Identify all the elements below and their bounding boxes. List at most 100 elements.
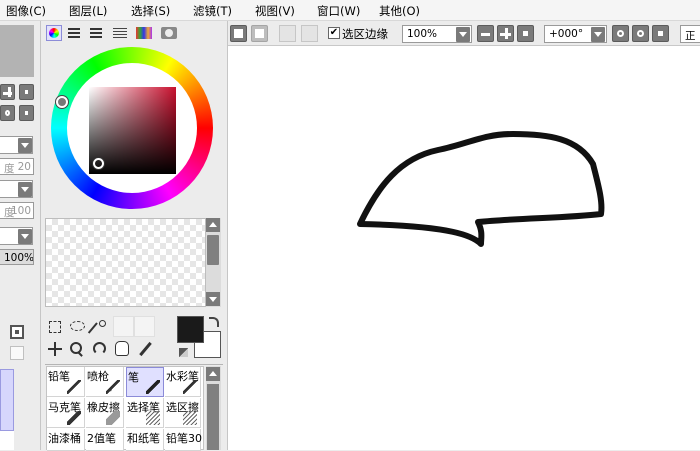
tool-palette-scrollbar[interactable] [206,366,221,450]
tool-marker[interactable]: 马克笔 [47,398,85,428]
airbrush-icon [106,380,120,394]
navigator-flip-button[interactable] [19,105,34,121]
saturation-value-square[interactable] [89,87,176,174]
scroll-thumb[interactable] [207,384,219,450]
selection-edge-label: 选区边缘 [342,27,388,41]
swap-colors-icon[interactable] [209,317,219,327]
rgb-sliders-icon[interactable] [68,28,80,38]
reset-colors-icon[interactable] [179,348,188,357]
menu-layer[interactable]: 图层(L) [69,3,107,19]
lasso-select-icon[interactable] [70,321,85,331]
scratchpad-icon[interactable] [161,27,177,39]
new-layer-icon[interactable] [10,325,24,339]
scroll-up-icon[interactable] [206,367,220,381]
layer-opacity-field[interactable]: 100% [0,249,34,265]
drawing-canvas[interactable] [228,46,700,450]
marker-icon [67,411,81,425]
select-pen-icon [146,411,160,425]
undo-button[interactable] [230,25,247,42]
rotation-value: +000° [549,28,584,40]
tool-binary-pen[interactable]: 2值笔 [86,429,124,451]
rect-select-icon[interactable] [49,321,61,333]
sv-marker[interactable] [93,158,104,169]
zoom-in-button[interactable] [0,84,15,100]
chevron-down-icon[interactable] [456,27,470,42]
rotate-right-button[interactable] [632,25,649,42]
chevron-down-icon[interactable] [18,138,32,153]
tool-watercolor[interactable]: 水彩笔 [165,367,201,397]
redo-icon [255,29,264,38]
watercolor-brush-icon [183,380,197,394]
deselect-button[interactable] [279,25,296,42]
zoom-in-button[interactable] [497,25,514,42]
opacity-field[interactable]: 度 100 [0,202,34,219]
zoom-tool-icon[interactable] [70,342,84,357]
zoom-out-button[interactable] [477,25,494,42]
scroll-thumb[interactable] [207,235,219,265]
rotate-reset-button[interactable] [652,25,669,42]
opacity-value: 100 [10,205,31,217]
chevron-down-icon[interactable] [18,229,32,244]
chevron-down-icon[interactable] [591,27,605,42]
hsv-sliders-icon[interactable] [90,28,102,38]
tool-pencil[interactable]: 铅笔 [47,367,85,397]
color-scratchpad[interactable] [45,218,206,307]
eyedropper-tool-icon[interactable] [138,341,152,357]
menu-image[interactable]: 图像(C) [6,3,46,19]
tool-pencil30[interactable]: 铅笔30 [165,429,202,451]
tool-label: 笔 [128,371,139,384]
tool-label: 油漆桶 [48,432,81,445]
menu-bar: 图像(C) 图层(L) 选择(S) 滤镜(T) 视图(V) 窗口(W) 其他(O… [0,0,700,21]
hue-marker[interactable] [56,96,68,108]
swatch-grid-icon[interactable] [136,27,152,39]
scratchpad-scrollbar[interactable] [206,218,221,307]
color-wheel-icon [49,28,59,38]
menu-select[interactable]: 选择(S) [131,3,170,19]
navigator-preview [0,25,34,77]
swatches-list-icon[interactable] [113,28,127,38]
zoom-value: 100% [407,28,438,40]
menu-filter[interactable]: 滤镜(T) [193,3,232,19]
empty-tool-slot [113,316,134,337]
primary-color-swatch[interactable] [177,316,204,343]
copy-layer-icon[interactable] [10,346,24,360]
drawn-stroke [357,131,605,247]
density-value: 20 [17,161,31,173]
menu-view[interactable]: 视图(V) [255,3,295,19]
tool-label: 铅笔30 [166,432,202,445]
move-tool-icon[interactable] [48,342,62,356]
layer-list-item[interactable] [0,369,14,431]
tool-bucket[interactable]: 油漆桶 [47,429,85,451]
redo-button[interactable] [251,25,268,42]
stabilizer-field[interactable]: 正 [680,25,700,43]
tool-label: 2值笔 [87,432,116,445]
color-wheel-mode-button[interactable] [46,25,62,41]
empty-tool-slot [134,316,155,337]
palette-separator [45,364,223,365]
tool-eraser[interactable]: 橡皮擦 [86,398,124,428]
hand-tool-icon[interactable] [115,341,129,356]
scroll-up-icon[interactable] [206,218,220,232]
rotate-tool-icon[interactable] [93,342,106,355]
menu-window[interactable]: 窗口(W) [317,3,360,19]
scroll-down-icon[interactable] [206,292,220,306]
tool-select-pen[interactable]: 选择笔 [126,398,164,428]
umbrella-shape-stroke [357,131,605,247]
density-field[interactable]: 度 20 [0,158,34,175]
tool-airbrush[interactable]: 喷枪 [86,367,124,397]
tool-label: 和纸笔 [127,432,160,445]
zoom-reset-button[interactable] [517,25,534,42]
menu-other[interactable]: 其他(O) [379,3,420,19]
rotate-left-button[interactable] [612,25,629,42]
navigator-rotate-button[interactable] [0,105,15,121]
magic-wand-icon[interactable] [87,320,107,334]
chevron-down-icon[interactable] [18,182,32,197]
tool-select-eraser[interactable]: 选区擦 [165,398,201,428]
layer-list-area [0,431,14,450]
tool-pen[interactable]: 笔 [126,367,164,397]
tool-washi-pen[interactable]: 和纸笔 [126,429,164,451]
invert-select-button[interactable] [301,25,318,42]
left-navigator-panel: 度 20 度 100 100% [0,21,40,450]
navigator-reset-button[interactable] [19,84,34,100]
selection-edge-checkbox[interactable]: ✔ [328,27,340,39]
